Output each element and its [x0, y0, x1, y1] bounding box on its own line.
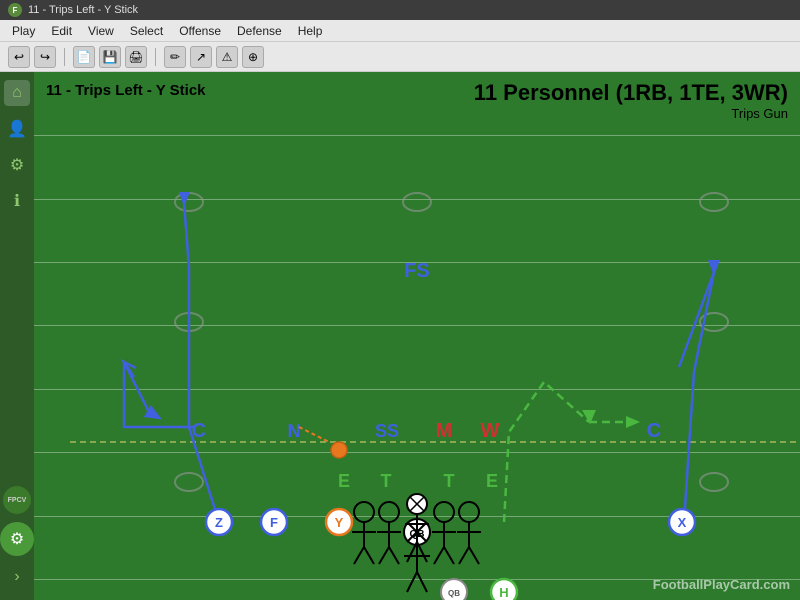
menu-view[interactable]: View: [80, 22, 122, 40]
sidebar-settings-icon[interactable]: ⚙: [4, 152, 30, 178]
titlebar: F 11 - Trips Left - Y Stick: [0, 0, 800, 20]
add-button[interactable]: ⊕: [242, 46, 264, 68]
y-text: Y: [335, 515, 344, 530]
qb-leg1: [407, 572, 417, 592]
app-logo: FPCV: [3, 486, 31, 514]
ol-lt-leg1: [354, 547, 364, 564]
n-blitz: [299, 427, 329, 442]
ol-lt-leg2: [364, 547, 374, 564]
sidebar-info-icon[interactable]: ℹ: [4, 188, 30, 214]
route-cb-right: [679, 272, 714, 367]
menu-offense[interactable]: Offense: [171, 22, 229, 40]
arrow-z: [179, 192, 190, 207]
c-left-label: C: [192, 420, 206, 442]
main-layout: ⌂ 👤 ⚙ ℹ FPCV ⚙ › 11 - Trips Left - Y Sti…: [0, 72, 800, 600]
qb-leg2: [417, 572, 427, 592]
oval-marker: [175, 193, 203, 211]
sidebar-bottom: FPCV ⚙ ›: [0, 486, 34, 600]
sidebar-expand-icon[interactable]: ›: [4, 564, 30, 590]
menu-help[interactable]: Help: [290, 22, 331, 40]
toolbar-separator: [64, 48, 65, 66]
ol-lg-leg2: [389, 547, 399, 564]
menu-select[interactable]: Select: [122, 22, 171, 40]
menu-defense[interactable]: Defense: [229, 22, 290, 40]
watermark: FootballPlayCard.com: [653, 577, 790, 592]
undo-button[interactable]: ↩: [8, 46, 30, 68]
f-text: F: [270, 515, 278, 530]
t-left-label: T: [381, 471, 392, 491]
ss-label: SS: [375, 421, 399, 441]
n-label: N: [288, 421, 301, 441]
print-button[interactable]: 🖨: [125, 46, 147, 68]
ol-rt-leg1: [459, 547, 469, 564]
w-label: W: [481, 420, 500, 442]
menu-edit[interactable]: Edit: [43, 22, 80, 40]
save-button[interactable]: 💾: [99, 46, 121, 68]
oval-marker: [175, 473, 203, 491]
menubar: Play Edit View Select Offense Defense He…: [0, 20, 800, 42]
qb-mark-text: QB: [448, 589, 460, 598]
toolbar-separator-2: [155, 48, 156, 66]
e-left-label: E: [338, 471, 350, 491]
toolbar: ↩ ↪ 📄 💾 🖨 ✏ ↗ ⚠ ⊕: [0, 42, 800, 72]
app-icon: F: [8, 3, 22, 17]
oval-marker: [403, 193, 431, 211]
ol-rg-leg1: [434, 547, 444, 564]
ol-lt: [354, 502, 374, 522]
ol-rg: [434, 502, 454, 522]
ol-rt: [459, 502, 479, 522]
draw-button[interactable]: ✏: [164, 46, 186, 68]
ol-lg-leg1: [379, 547, 389, 564]
route-h: [504, 382, 589, 522]
c-right-label: C: [647, 420, 661, 442]
ol-rg-leg2: [444, 547, 454, 564]
menu-play[interactable]: Play: [4, 22, 43, 40]
ball: [331, 442, 347, 458]
sidebar-tools-button[interactable]: ⚙: [0, 522, 34, 556]
sidebar-home-icon[interactable]: ⌂: [4, 80, 30, 106]
oval-marker: [700, 193, 728, 211]
oval-marker: [700, 473, 728, 491]
x-text: X: [678, 515, 687, 530]
arrow-h-3: [626, 416, 640, 428]
t-right-label: T: [444, 471, 455, 491]
sidebar-user-icon[interactable]: 👤: [4, 116, 30, 142]
warning-button[interactable]: ⚠: [216, 46, 238, 68]
redo-button[interactable]: ↪: [34, 46, 56, 68]
routes-svg: QB: [34, 72, 800, 600]
new-button[interactable]: 📄: [73, 46, 95, 68]
field: 11 - Trips Left - Y Stick 11 Personnel (…: [34, 72, 800, 600]
ol-lg: [379, 502, 399, 522]
window-title: 11 - Trips Left - Y Stick: [28, 4, 138, 16]
fs-label: FS: [404, 260, 430, 282]
ol-rt-leg2: [469, 547, 479, 564]
h-text: H: [499, 585, 508, 600]
m-label: M: [436, 420, 453, 442]
sidebar: ⌂ 👤 ⚙ ℹ FPCV ⚙ ›: [0, 72, 34, 600]
arrow-button[interactable]: ↗: [190, 46, 212, 68]
z-text: Z: [215, 515, 223, 530]
e-right-label: E: [486, 471, 498, 491]
